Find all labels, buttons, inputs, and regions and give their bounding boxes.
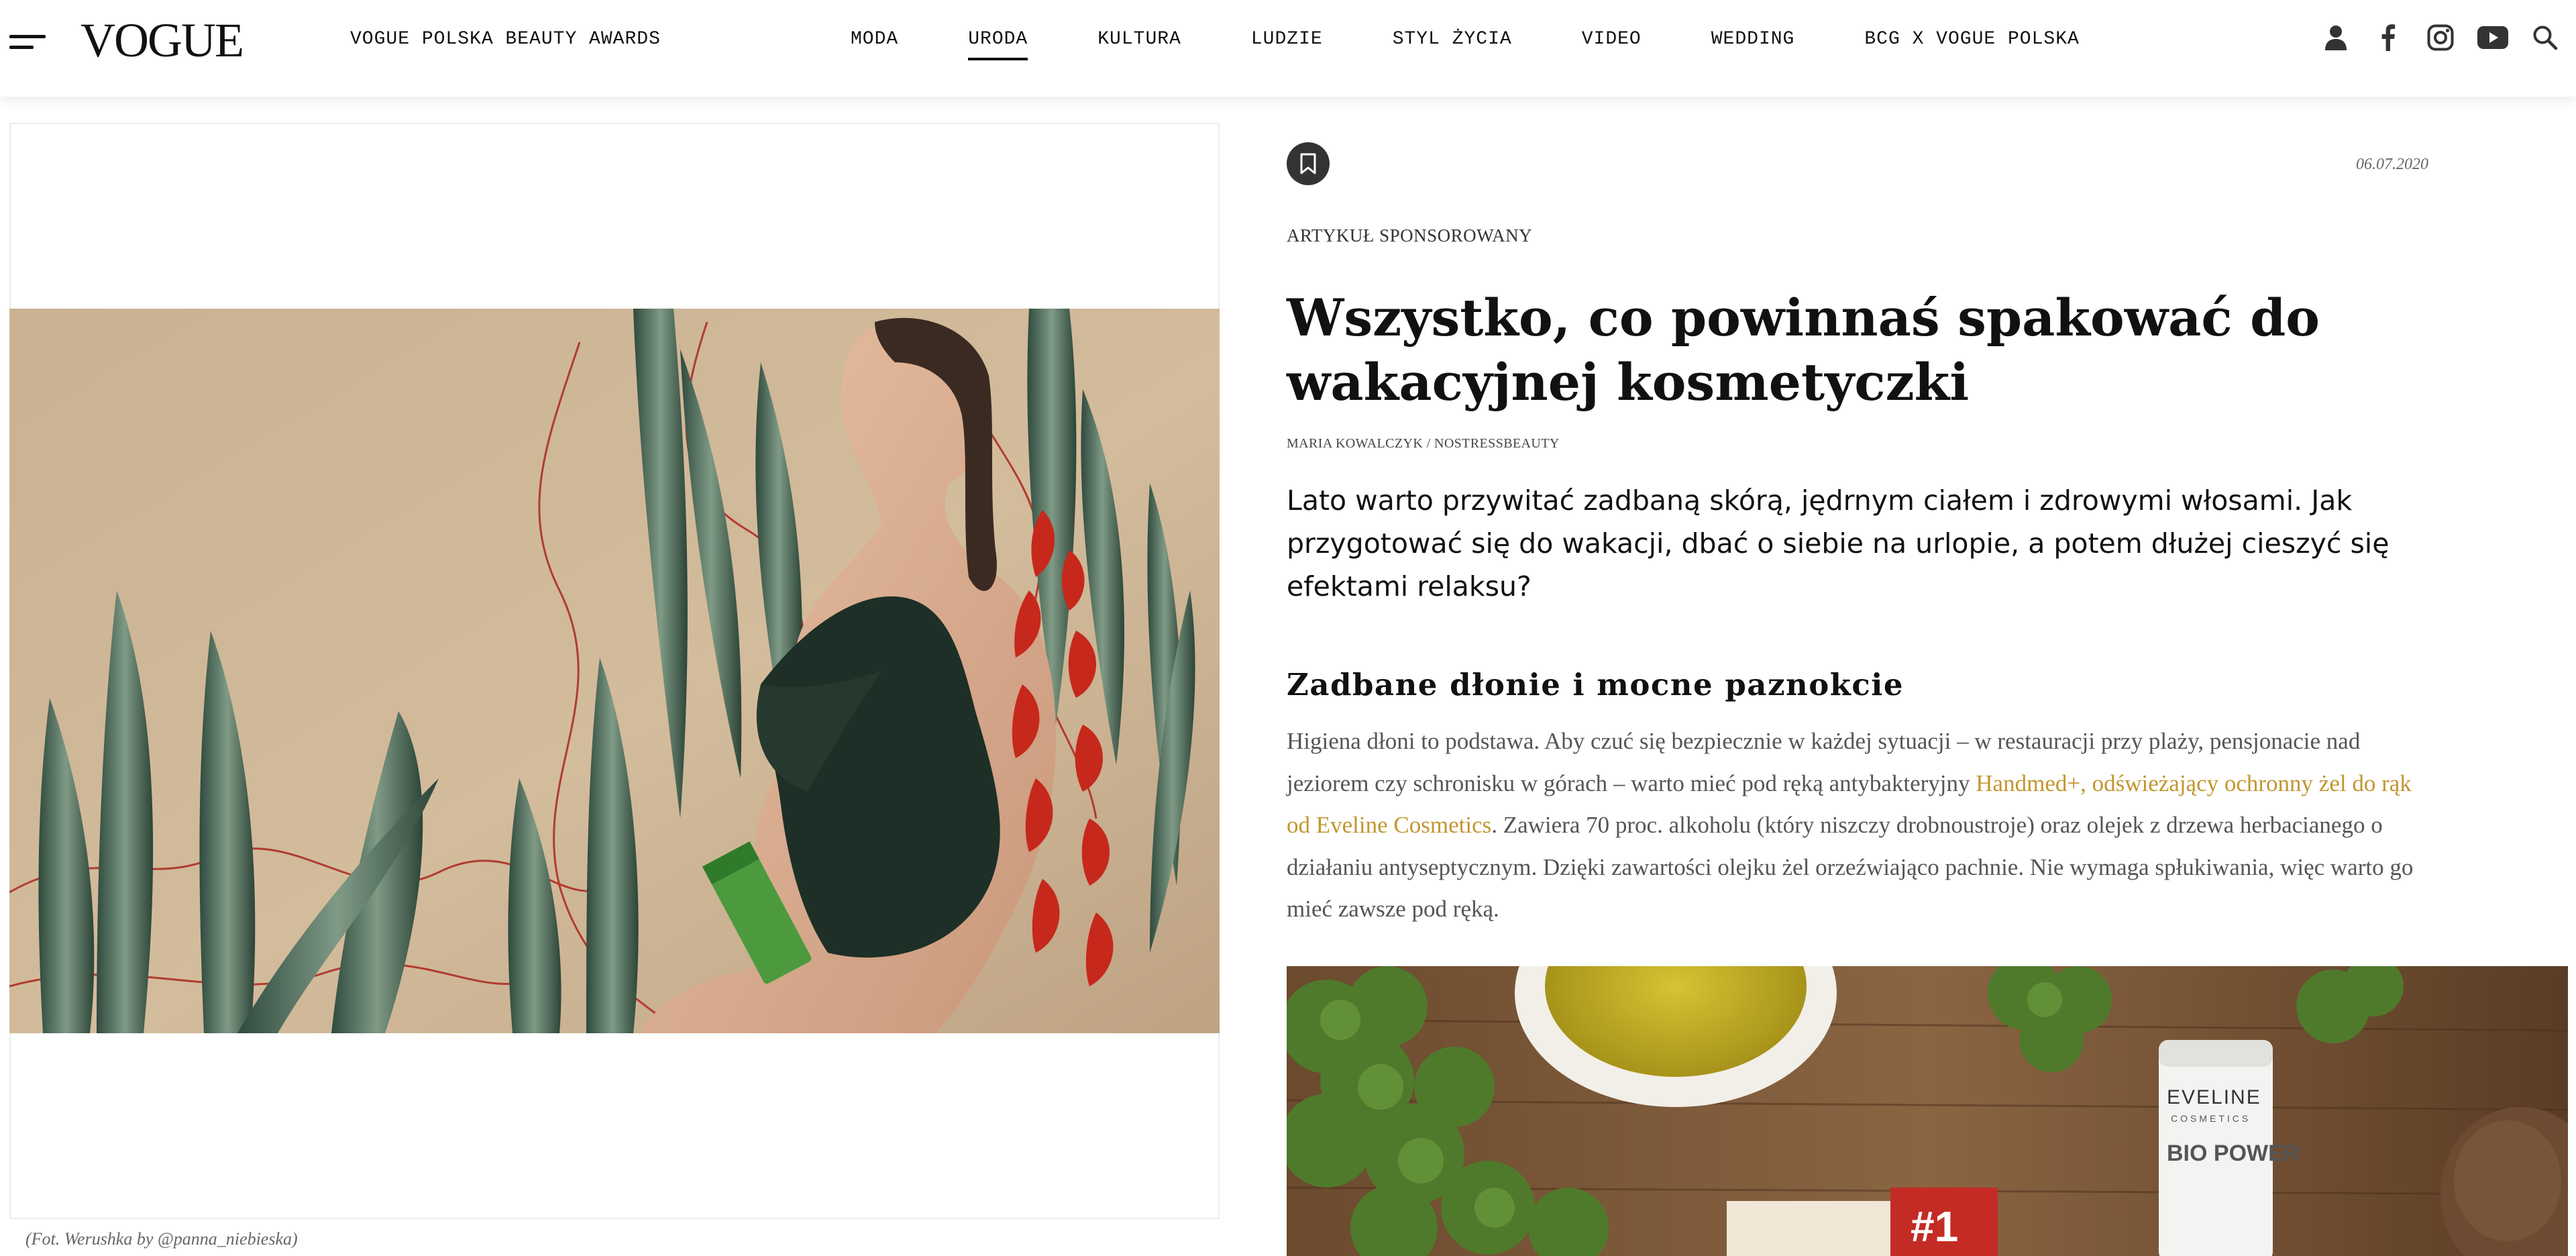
user-icon[interactable] xyxy=(2320,21,2352,54)
hero-image xyxy=(9,309,1220,1033)
product-photo-illustration: #1 EVELINE COSMETICS BIO POWER xyxy=(1287,966,2568,1256)
product-image: #1 EVELINE COSMETICS BIO POWER xyxy=(1287,966,2568,1256)
sponsored-label: ARTYKUŁ SPONSOROWANY xyxy=(1287,225,1533,246)
article-lead: Lato warto przywitać zadbaną skórą, jędr… xyxy=(1287,484,2390,603)
search-icon[interactable] xyxy=(2529,21,2561,54)
article-body-paragraph: Higiena dłoni to podstawa. Aby czuć się … xyxy=(1287,721,2440,931)
hero-image-caption: (Fot. Werushka by @panna_niebieska) xyxy=(25,1229,298,1249)
nav-item-uroda[interactable]: URODA xyxy=(968,30,1028,60)
bookmark-button[interactable] xyxy=(1287,142,1330,185)
product-brand-text: EVELINE xyxy=(2167,1086,2261,1108)
nav-item-bcg-x-vogue[interactable]: BCG X VOGUE POLSKA xyxy=(1864,30,2079,50)
article-author[interactable]: MARIA KOWALCZYK / NOSTRESSBEAUTY xyxy=(1287,436,1560,452)
bookmark-icon xyxy=(1300,153,1316,174)
site-header: VOGUE VOGUE POLSKA BEAUTY AWARDS MODA UR… xyxy=(0,0,2576,97)
nav-item-video[interactable]: VIDEO xyxy=(1582,30,1642,50)
nav-item-styl-zycia[interactable]: STYL ŻYCIA xyxy=(1393,30,1512,50)
nav-item-ludzie[interactable]: LUDZIE xyxy=(1251,30,1323,50)
hamburger-menu-icon[interactable] xyxy=(9,32,47,52)
section-heading: Zadbane dłonie i mocne paznokcie xyxy=(1287,667,1904,702)
header-icons xyxy=(2320,21,2561,54)
nav-link-beauty-awards[interactable]: VOGUE POLSKA BEAUTY AWARDS xyxy=(350,30,661,50)
facebook-icon[interactable] xyxy=(2372,21,2404,54)
youtube-icon[interactable] xyxy=(2477,21,2509,54)
instagram-icon[interactable] xyxy=(2424,21,2457,54)
product-badge: #1 xyxy=(1911,1202,1958,1251)
hero-photo-illustration xyxy=(9,309,1220,1033)
nav-item-wedding[interactable]: WEDDING xyxy=(1711,30,1795,50)
vogue-logo[interactable]: VOGUE xyxy=(80,15,244,66)
nav-item-kultura[interactable]: KULTURA xyxy=(1097,30,1181,50)
main-nav: MODA URODA KULTURA LUDZIE STYL ŻYCIA VID… xyxy=(851,30,2149,60)
product-brand-sub: COSMETICS xyxy=(2171,1113,2251,1124)
article-title: Wszystko, co powinnaś spakować do wakacy… xyxy=(1287,288,2320,412)
nav-item-moda[interactable]: MODA xyxy=(851,30,898,50)
article-date: 06.07.2020 xyxy=(2356,156,2428,173)
product-line-text: BIO POWER xyxy=(2167,1141,2300,1166)
